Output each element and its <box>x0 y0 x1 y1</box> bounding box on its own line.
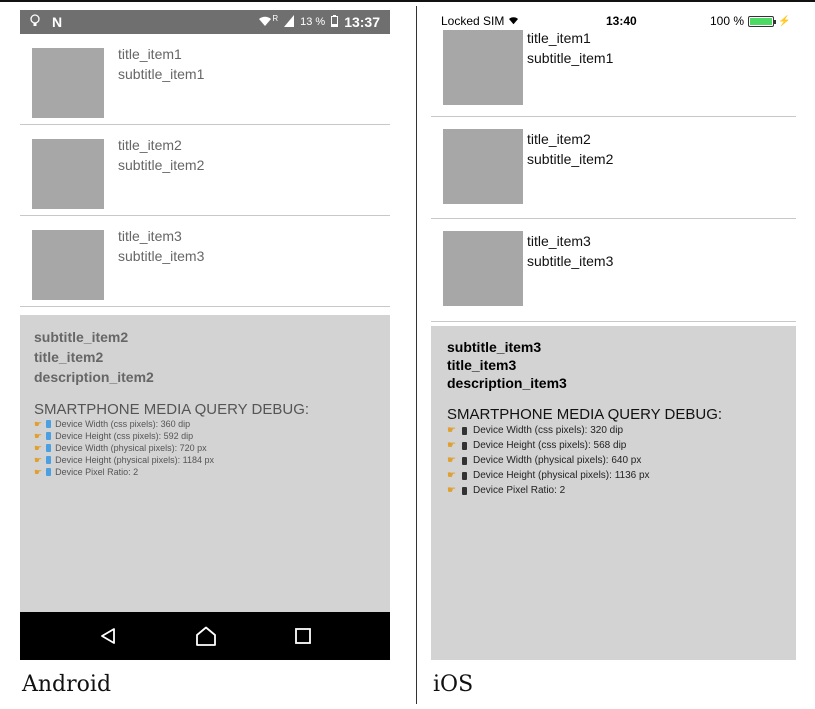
phone-icon <box>46 420 52 428</box>
item-thumbnail <box>32 48 104 118</box>
debug-line: ☛ Device Height (physical pixels): 1184 p… <box>34 454 376 466</box>
pointing-hand-icon: ☛ <box>34 431 43 441</box>
debug-line: ☛ Device Height (css pixels): 592 dip <box>34 430 376 442</box>
debug-text: Device Pixel Ratio: 2 <box>55 467 139 477</box>
home-icon[interactable] <box>195 626 217 646</box>
item-thumbnail <box>443 231 523 306</box>
pointing-hand-icon: ☛ <box>447 425 456 436</box>
debug-heading: SMARTPHONE MEDIA QUERY DEBUG: <box>447 406 723 423</box>
pointing-hand-icon: ☛ <box>447 440 456 451</box>
pointing-hand-icon: ☛ <box>447 470 456 481</box>
phone-icon <box>461 486 467 495</box>
pointing-hand-icon: ☛ <box>447 455 456 466</box>
debug-line: ☛ Device Pixel Ratio: 2 <box>447 483 780 498</box>
ios-screen: title_item1 subtitle_item1 title_item2 s… <box>431 10 796 660</box>
ios-status-bar: Locked SIM 13:40 100 % ⚡ <box>431 10 796 32</box>
phone-icon <box>46 444 52 452</box>
item-subtitle: subtitle_item3 <box>527 253 614 269</box>
signal-icon <box>284 14 295 30</box>
detail-subtitle: subtitle_item3 <box>447 339 542 355</box>
list-item[interactable]: title_item1 subtitle_item1 <box>20 34 390 125</box>
list-item[interactable]: title_item3 subtitle_item3 <box>431 219 796 322</box>
carrier-label: Locked SIM <box>441 14 519 28</box>
debug-text: Device Height (physical pixels): 1136 px <box>472 470 650 481</box>
phone-icon <box>46 468 52 476</box>
debug-line: ☛ Device Height (css pixels): 568 dip <box>447 438 780 453</box>
debug-text: Device Width (physical pixels): 720 px <box>55 443 207 453</box>
debug-line: ☛ Device Width (physical pixels): 720 px <box>34 442 376 454</box>
pointing-hand-icon: ☛ <box>34 467 43 477</box>
phone-icon <box>46 432 52 440</box>
item-thumbnail <box>32 139 104 209</box>
list-item[interactable]: title_item3 subtitle_item3 <box>20 216 390 307</box>
list-item[interactable]: title_item2 subtitle_item2 <box>431 117 796 219</box>
pointing-hand-icon: ☛ <box>447 485 456 496</box>
android-status-bar: N R 13 % 13:37 <box>20 10 390 34</box>
debug-line: ☛ Device Width (physical pixels): 640 px <box>447 453 780 468</box>
wifi-icon <box>508 14 519 28</box>
item-title: title_item3 <box>527 233 591 249</box>
item-thumbnail <box>443 129 523 204</box>
detail-panel: subtitle_item2 title_item2 description_i… <box>20 315 390 612</box>
item-title: title_item2 <box>527 131 591 147</box>
detail-panel: subtitle_item3 title_item3 description_i… <box>431 326 796 660</box>
item-subtitle: subtitle_item3 <box>118 248 205 264</box>
status-time: 13:37 <box>344 14 380 30</box>
debug-text: Device Width (css pixels): 360 dip <box>55 419 191 429</box>
recents-icon[interactable] <box>295 628 311 644</box>
android-nav-bar <box>20 612 390 660</box>
charging-icon: ⚡ <box>778 15 791 27</box>
pointing-hand-icon: ☛ <box>34 455 43 465</box>
debug-text: Device Width (css pixels): 320 dip <box>472 425 624 436</box>
item-title: title_item3 <box>118 228 182 244</box>
battery-icon <box>331 14 339 30</box>
detail-subtitle: subtitle_item2 <box>34 329 129 345</box>
phone-icon <box>461 426 467 435</box>
item-thumbnail <box>32 230 104 300</box>
android-screen: N R 13 % 13:37 title_item1 subtitle_item… <box>20 10 390 660</box>
battery-indicator: 100 % ⚡ <box>710 14 790 28</box>
phone-icon <box>46 456 52 464</box>
debug-text: Device Width (physical pixels): 640 px <box>472 455 642 466</box>
phone-icon <box>461 471 467 480</box>
debug-line: ☛ Device Width (css pixels): 360 dip <box>34 418 376 430</box>
item-title: title_item1 <box>118 46 182 62</box>
battery-icon <box>748 15 777 27</box>
debug-heading: SMARTPHONE MEDIA QUERY DEBUG: <box>34 401 310 418</box>
phone-icon <box>461 441 467 450</box>
back-icon[interactable] <box>99 627 117 645</box>
item-subtitle: subtitle_item2 <box>118 157 205 173</box>
ios-caption: iOS <box>433 672 474 697</box>
detail-description: description_item3 <box>447 375 567 391</box>
detail-title: title_item2 <box>34 349 104 365</box>
debug-text: Device Height (css pixels): 568 dip <box>472 440 627 451</box>
signal-roaming-badge: R <box>272 13 279 23</box>
battery-percent: 100 % <box>710 14 745 28</box>
detail-description: description_item2 <box>34 369 154 385</box>
item-subtitle: subtitle_item1 <box>118 66 205 82</box>
top-rule <box>0 0 815 2</box>
android-caption: Android <box>22 672 112 697</box>
pointing-hand-icon: ☛ <box>34 419 43 429</box>
item-title: title_item2 <box>118 137 182 153</box>
debug-line: ☛ Device Pixel Ratio: 2 <box>34 466 376 478</box>
item-subtitle: subtitle_item1 <box>527 50 614 66</box>
battery-percent: 13 % <box>300 16 326 28</box>
debug-line: ☛ Device Width (css pixels): 320 dip <box>447 423 780 438</box>
nfc-icon: N <box>52 14 63 30</box>
wifi-icon <box>258 15 272 30</box>
phone-icon <box>461 456 467 465</box>
debug-line: ☛ Device Height (physical pixels): 1136 p… <box>447 468 780 483</box>
debug-text: Device Height (css pixels): 592 dip <box>55 431 194 441</box>
debug-text: Device Height (physical pixels): 1184 px <box>55 455 214 465</box>
item-thumbnail <box>443 30 523 105</box>
detail-title: title_item3 <box>447 357 517 373</box>
debug-text: Device Pixel Ratio: 2 <box>472 485 566 496</box>
lightbulb-icon <box>30 13 40 31</box>
pointing-hand-icon: ☛ <box>34 443 43 453</box>
item-subtitle: subtitle_item2 <box>527 151 614 167</box>
panel-divider <box>416 6 417 704</box>
list-item[interactable]: title_item2 subtitle_item2 <box>20 125 390 216</box>
status-time: 13:40 <box>606 14 637 28</box>
